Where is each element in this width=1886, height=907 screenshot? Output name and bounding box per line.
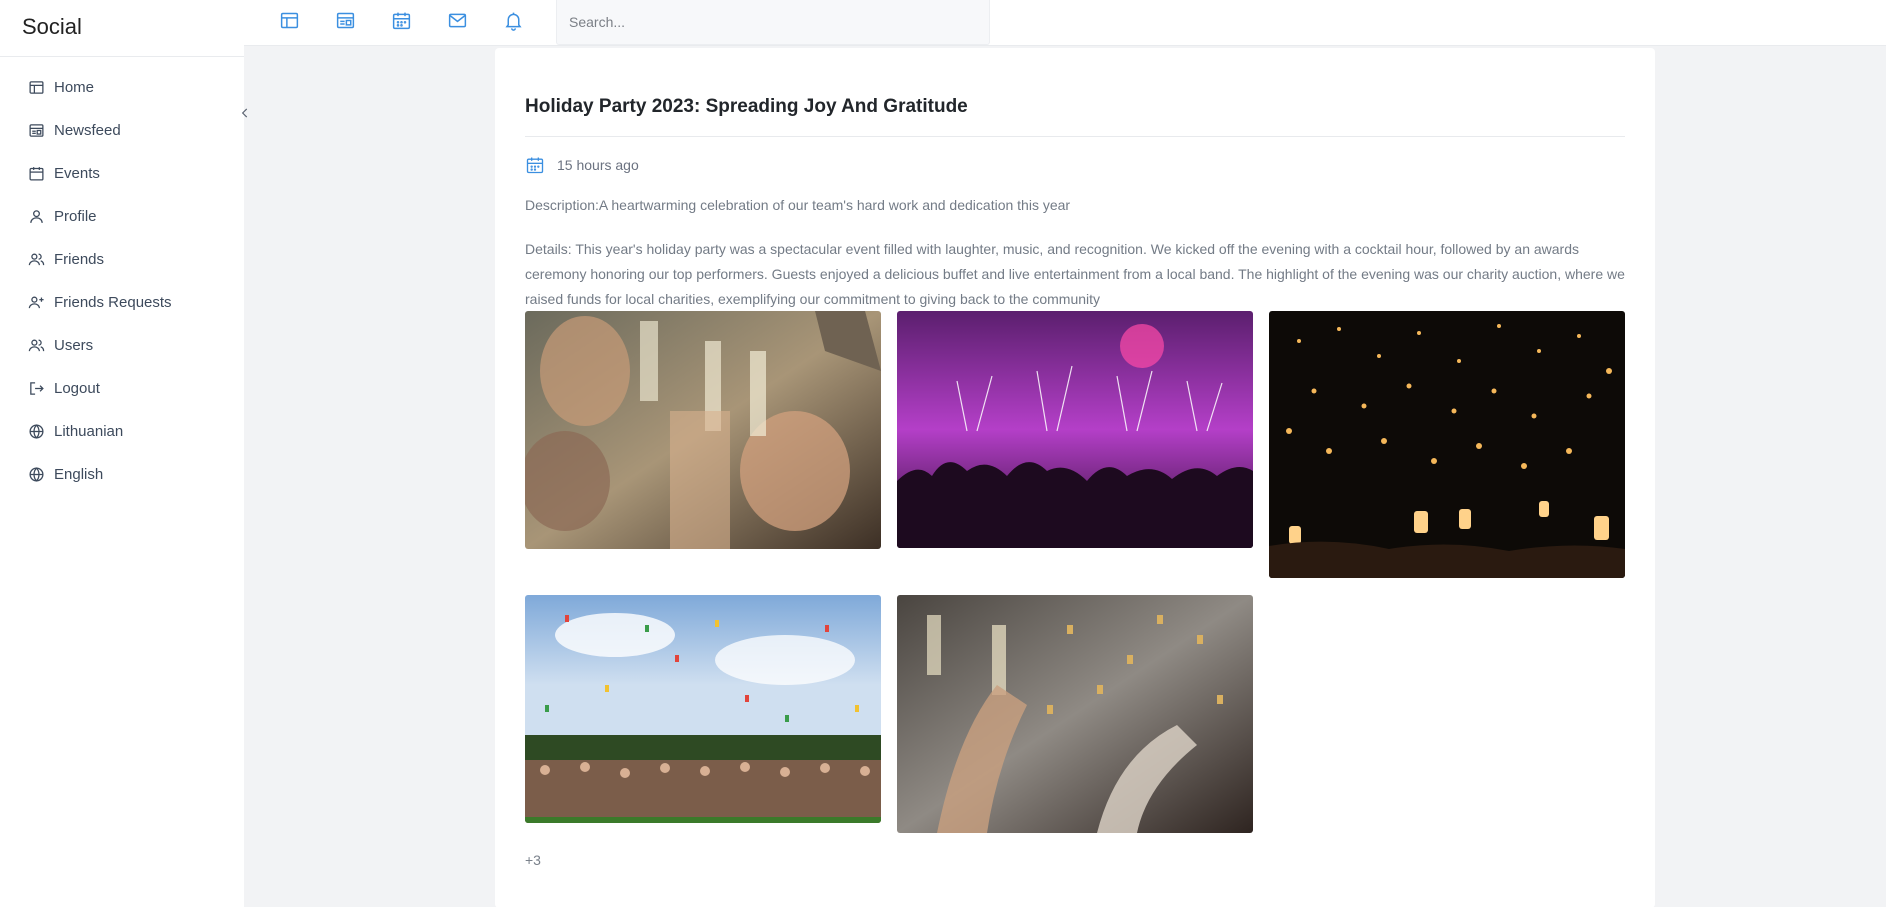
sidebar-item-label: Lithuanian [54,423,124,440]
sidebar-collapse-button[interactable] [236,102,254,124]
search-input[interactable] [556,0,990,45]
sidebar-nav: Home Newsfeed Events Profile Friends Fri… [0,57,244,496]
sidebar-item-logout[interactable]: Logout [0,367,244,410]
users-icon [27,337,45,355]
bell-icon [504,12,522,31]
calendar-icon [392,12,410,29]
sidebar: Social Home Newsfeed Events Profile Frie… [0,0,244,907]
post-meta: 15 hours ago [525,155,639,175]
home-icon [27,79,45,97]
brand-logo[interactable]: Social [0,0,244,57]
topbar-home-button[interactable] [277,8,301,32]
topbar-events-button[interactable] [389,8,413,32]
post-time: 15 hours ago [557,157,639,173]
topbar [244,0,1886,46]
sidebar-item-users[interactable]: Users [0,324,244,367]
more-photos-link[interactable]: +3 [525,852,541,868]
post-details: Details: This year's holiday party was a… [525,241,1625,307]
sidebar-item-label: Users [54,337,94,354]
home-icon [280,12,298,28]
sidebar-item-label: Friends Requests [54,294,172,311]
sidebar-item-profile[interactable]: Profile [0,195,244,238]
post-photo[interactable] [897,595,1253,833]
topbar-newsfeed-button[interactable] [333,8,357,32]
sidebar-item-label: English [54,466,104,483]
users-icon [27,251,45,269]
topbar-messages-button[interactable] [445,8,469,32]
sidebar-item-label: Newsfeed [54,122,121,139]
calendar-icon [27,165,45,183]
title-divider [525,136,1625,137]
sidebar-item-newsfeed[interactable]: Newsfeed [0,109,244,152]
calendar-icon [526,157,544,174]
topbar-notifications-button[interactable] [501,8,525,32]
newsfeed-icon [336,12,354,28]
mail-icon [448,13,466,27]
sidebar-item-home[interactable]: Home [0,66,244,109]
sidebar-item-friends[interactable]: Friends [0,238,244,281]
post-photo[interactable] [525,595,881,823]
sidebar-item-label: Home [54,79,95,96]
user-icon [27,208,45,226]
post-photo[interactable] [525,311,881,549]
globe-icon [27,466,45,484]
post-photo[interactable] [1269,311,1625,578]
sidebar-item-lithuanian[interactable]: Lithuanian [0,410,244,453]
newsfeed-icon [27,122,45,140]
sidebar-item-label: Friends [54,251,105,268]
logout-icon [27,380,45,398]
post-title: Holiday Party 2023: Spreading Joy And Gr… [525,96,968,117]
sidebar-item-friends-requests[interactable]: Friends Requests [0,281,244,324]
post-card: Holiday Party 2023: Spreading Joy And Gr… [495,48,1655,907]
post-description: Description:A heartwarming celebration o… [525,197,1071,213]
post-photo[interactable] [897,311,1253,548]
globe-icon [27,423,45,441]
sidebar-item-label: Events [54,165,100,182]
chevron-left-icon [241,108,248,118]
sidebar-item-label: Profile [54,208,97,225]
sidebar-item-label: Logout [54,380,100,397]
sidebar-item-events[interactable]: Events [0,152,244,195]
sidebar-item-english[interactable]: English [0,453,244,496]
user-plus-icon [27,294,45,312]
